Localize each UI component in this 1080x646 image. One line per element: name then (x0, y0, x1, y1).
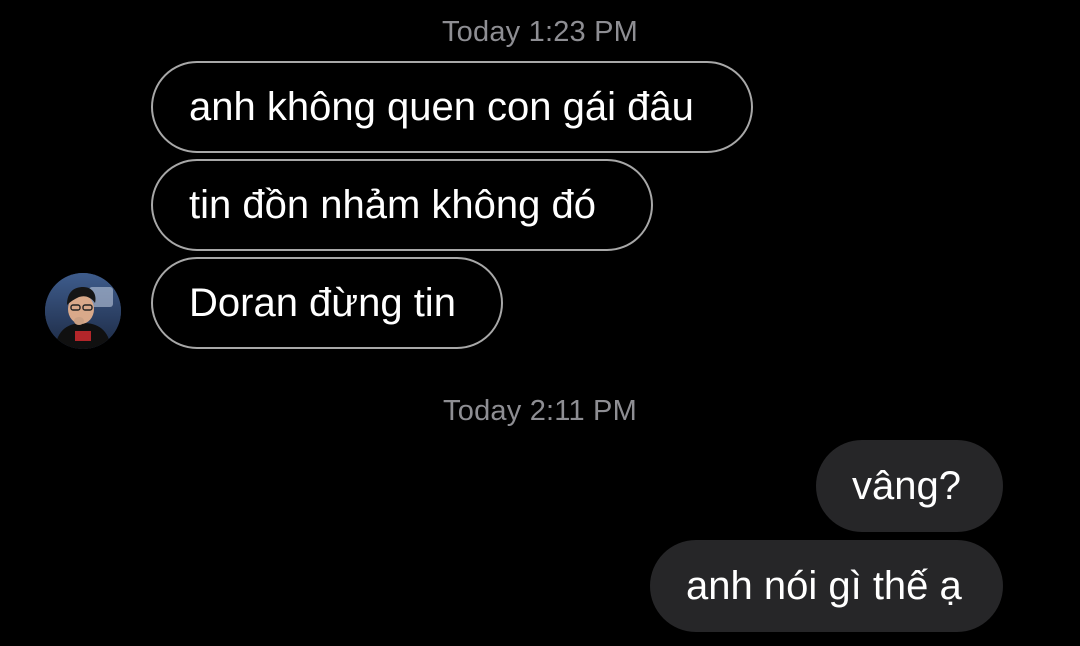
avatar-photo-icon (45, 273, 121, 349)
timestamp: Today 2:11 PM (443, 395, 637, 427)
incoming-message-bubble[interactable]: anh không quen con gái đâu (151, 61, 753, 153)
outgoing-message-bubble[interactable]: vâng? (816, 440, 1003, 532)
sender-avatar[interactable] (45, 273, 121, 349)
incoming-message-bubble[interactable]: tin đồn nhảm không đó (151, 159, 653, 251)
timestamp: Today 1:23 PM (441, 16, 639, 48)
incoming-message-bubble[interactable]: Doran đừng tin (151, 257, 503, 349)
outgoing-message-bubble[interactable]: anh nói gì thế ạ (650, 540, 1003, 632)
